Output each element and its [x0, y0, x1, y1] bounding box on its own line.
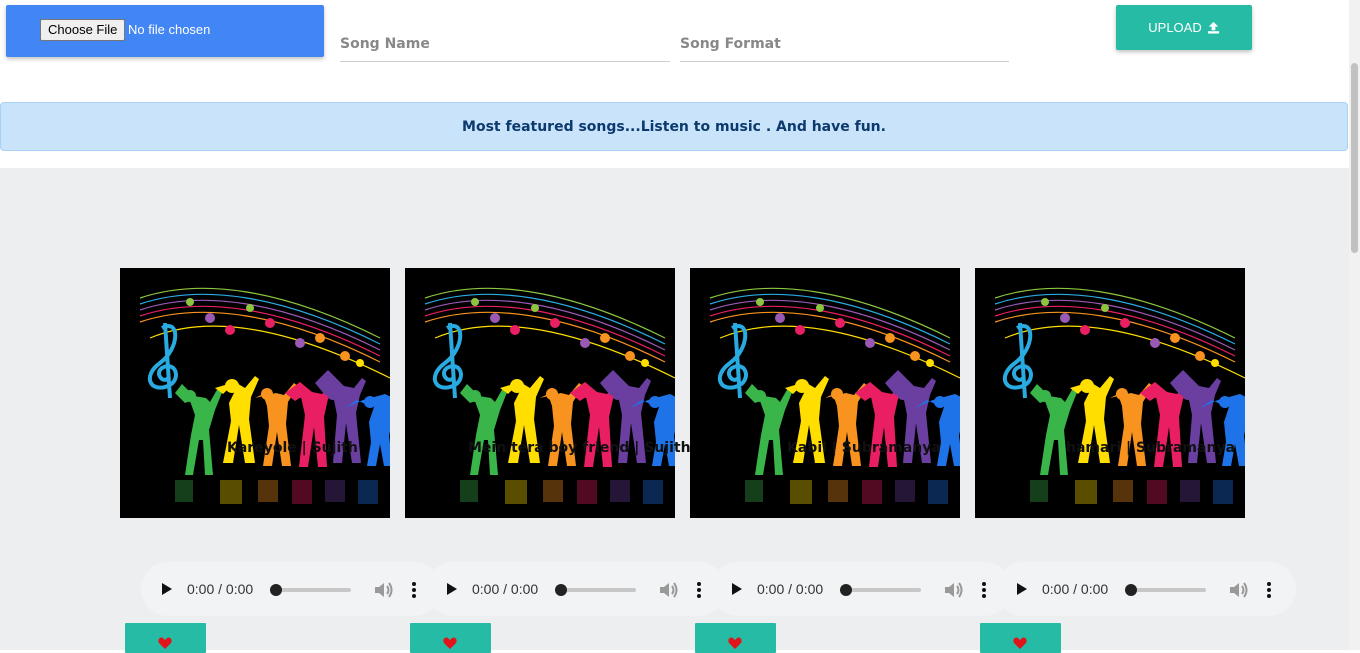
heart-icon — [728, 637, 742, 649]
more-options-icon[interactable] — [1267, 581, 1271, 599]
audio-player[interactable]: 0:00 / 0:00 — [426, 562, 726, 616]
like-button[interactable] — [695, 623, 776, 653]
audio-player[interactable]: 0:00 / 0:00 — [996, 562, 1296, 616]
play-icon[interactable] — [446, 582, 458, 596]
seek-knob[interactable] — [555, 584, 567, 596]
play-icon[interactable] — [731, 582, 743, 596]
song-cover-image — [975, 268, 1245, 518]
volume-icon[interactable] — [943, 581, 963, 599]
play-icon[interactable] — [161, 582, 173, 596]
more-options-icon[interactable] — [412, 581, 416, 599]
scrollbar-thumb[interactable] — [1351, 63, 1358, 253]
volume-icon[interactable] — [658, 581, 678, 599]
song-name-input[interactable] — [340, 28, 670, 60]
featured-banner: Most featured songs...Listen to music . … — [0, 102, 1348, 151]
song-format-input[interactable] — [680, 28, 1009, 60]
heart-icon — [1013, 637, 1027, 649]
heart-icon — [443, 637, 457, 649]
time-display: 0:00 / 0:00 — [1042, 581, 1109, 597]
time-display: 0:00 / 0:00 — [187, 581, 254, 597]
song-title: Kareyole | Sujith — [227, 440, 358, 456]
song-name-field — [340, 28, 670, 62]
song-card — [975, 268, 1245, 518]
song-title: Kabil | Subramanya — [787, 440, 941, 456]
seek-slider[interactable] — [840, 584, 921, 596]
song-title: Mein tera boy friend | Sujith — [468, 440, 691, 456]
seek-knob[interactable] — [840, 584, 852, 596]
like-button[interactable] — [980, 623, 1061, 653]
audio-player[interactable]: 0:00 / 0:00 — [711, 562, 1011, 616]
songs-section: Kareyole | Sujith 0:00 / 0:00 Mein tera … — [0, 168, 1349, 653]
more-options-icon[interactable] — [697, 581, 701, 599]
song-card — [690, 268, 960, 518]
song-title: hamari | Subramanya — [1066, 440, 1236, 456]
upload-icon — [1207, 21, 1219, 34]
audio-player[interactable]: 0:00 / 0:00 — [141, 562, 441, 616]
play-icon[interactable] — [1016, 582, 1028, 596]
song-cover-image — [120, 268, 390, 518]
volume-icon[interactable] — [373, 581, 393, 599]
volume-icon[interactable] — [1228, 581, 1248, 599]
file-input-box: Choose File No file chosen — [6, 5, 324, 57]
seek-knob[interactable] — [1125, 584, 1137, 596]
song-card — [405, 268, 675, 518]
seek-slider[interactable] — [555, 584, 636, 596]
page-scrollbar[interactable] — [1349, 0, 1360, 650]
heart-icon — [158, 637, 172, 649]
song-cover-image — [690, 268, 960, 518]
upload-label: UPLOAD — [1148, 20, 1202, 35]
like-button[interactable] — [125, 623, 206, 653]
upload-button[interactable]: UPLOAD — [1116, 5, 1252, 50]
like-button[interactable] — [410, 623, 491, 653]
more-options-icon[interactable] — [982, 581, 986, 599]
song-cover-image — [405, 268, 675, 518]
seek-slider[interactable] — [270, 584, 351, 596]
banner-text: Most featured songs...Listen to music . … — [462, 118, 886, 135]
song-format-field — [680, 28, 1009, 62]
time-display: 0:00 / 0:00 — [757, 581, 824, 597]
time-display: 0:00 / 0:00 — [472, 581, 539, 597]
song-card — [120, 268, 390, 518]
choose-file-button[interactable]: Choose File — [40, 19, 126, 41]
file-status-text: No file chosen — [128, 22, 211, 37]
seek-knob[interactable] — [270, 584, 282, 596]
seek-slider[interactable] — [1125, 584, 1206, 596]
